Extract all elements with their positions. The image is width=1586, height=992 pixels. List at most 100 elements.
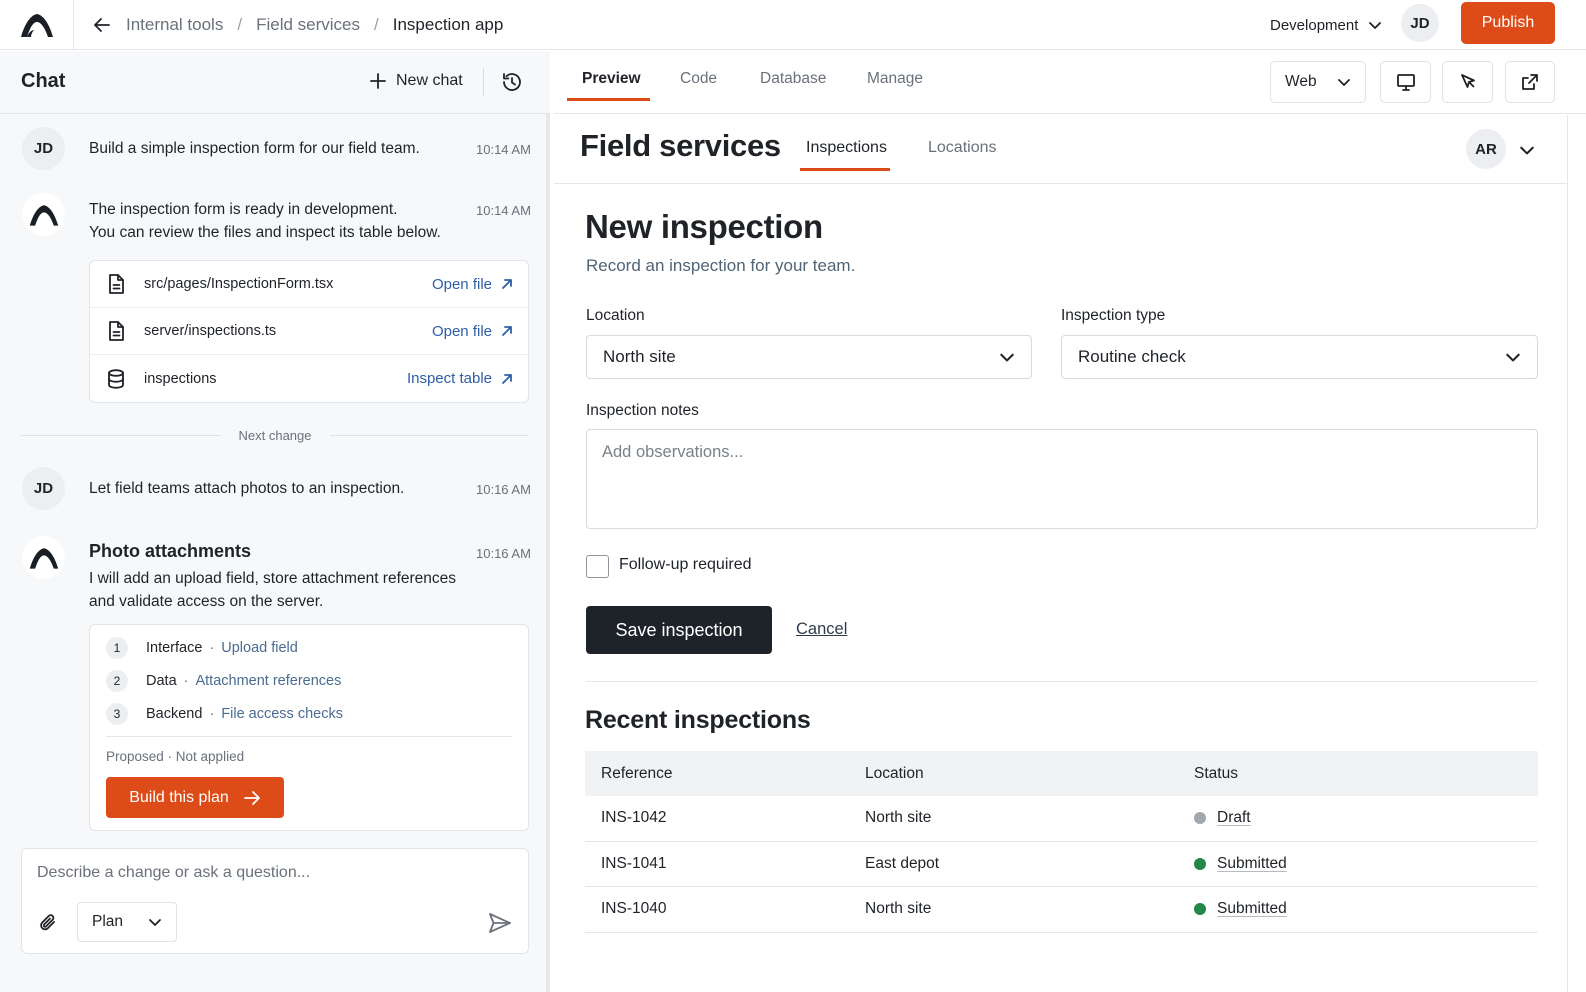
- app-tab-locations[interactable]: Locations: [928, 139, 997, 157]
- chevron-down-icon: [149, 919, 161, 926]
- publish-button[interactable]: Publish: [1461, 2, 1555, 44]
- monitor-icon: [1396, 74, 1415, 91]
- plus-icon: [370, 73, 386, 89]
- attach-button[interactable]: [37, 912, 59, 934]
- step-label: Data: [146, 672, 177, 689]
- user-message: Build a simple inspection form for our f…: [89, 140, 420, 157]
- divider: [483, 68, 484, 96]
- breadcrumb-separator: /: [374, 15, 379, 34]
- user-avatar: JD: [22, 127, 65, 170]
- external-arrow-icon: [502, 373, 512, 384]
- files-card: src/pages/InspectionForm.tsx Open file s…: [89, 260, 529, 403]
- environment-dropdown[interactable]: Development: [1270, 13, 1382, 37]
- select-element-button[interactable]: [1442, 61, 1493, 103]
- active-app-tab-indicator: [800, 168, 890, 171]
- assistant-avatar: [22, 536, 65, 579]
- mode-value: Plan: [92, 913, 124, 930]
- device-select[interactable]: Web: [1270, 61, 1366, 103]
- inspect-table-label: Inspect table: [406, 370, 492, 387]
- build-plan-button[interactable]: Build this plan: [106, 777, 284, 818]
- status-dot: [1194, 903, 1206, 916]
- open-file-link[interactable]: Open file: [432, 276, 514, 293]
- form-title: New inspection: [585, 208, 823, 245]
- open-file-label: Open file: [431, 275, 492, 293]
- table-header: Reference Location Status: [585, 751, 1538, 796]
- cancel-link[interactable]: Cancel: [796, 620, 847, 639]
- breadcrumb-field-services[interactable]: Field services: [256, 15, 360, 35]
- step-number: 2: [106, 669, 128, 692]
- desktop-view-button[interactable]: [1380, 61, 1431, 103]
- location-label: Location: [586, 307, 645, 324]
- inspection-type-select[interactable]: Routine check: [1061, 335, 1538, 379]
- recent-inspections-title: Recent inspections: [585, 706, 811, 734]
- app-user-avatar[interactable]: AR: [1466, 129, 1506, 169]
- status-dot: [1194, 812, 1206, 825]
- followup-checkbox[interactable]: [586, 555, 609, 578]
- logo-icon: [29, 547, 58, 569]
- new-chat-button[interactable]: New chat: [368, 71, 463, 91]
- divider: [106, 736, 512, 737]
- save-inspection-button[interactable]: Save inspection: [586, 606, 772, 654]
- step-detail: File access checks: [221, 705, 343, 722]
- mode-select[interactable]: Plan: [77, 902, 177, 942]
- followup-label[interactable]: Follow-up required: [619, 556, 752, 574]
- location-value: North site: [603, 347, 676, 366]
- table-name: inspections: [144, 370, 217, 387]
- app-user-menu[interactable]: [1519, 142, 1535, 158]
- chat-title: Chat: [21, 70, 66, 92]
- paperclip-icon: [40, 914, 55, 931]
- user-avatar[interactable]: JD: [1401, 4, 1439, 42]
- table-row[interactable]: INS-1040 North site Submitted: [585, 887, 1538, 933]
- status-link[interactable]: Submitted: [1217, 855, 1287, 873]
- message-time: 10:14 AM: [476, 203, 531, 218]
- arrow-right-icon: [243, 790, 260, 805]
- logo-icon: [20, 14, 53, 37]
- tab-preview[interactable]: Preview: [582, 70, 641, 88]
- send-button[interactable]: [487, 910, 513, 936]
- device-value: Web: [1285, 73, 1317, 90]
- chevron-down-icon: [1000, 353, 1014, 362]
- location-cell: East depot: [865, 854, 940, 872]
- status-cell: Submitted: [1194, 855, 1287, 873]
- chevron-down-icon: [1520, 146, 1534, 155]
- step-label: Backend: [146, 705, 203, 722]
- column-header: Reference: [601, 764, 673, 782]
- back-arrow-icon[interactable]: [92, 15, 112, 35]
- tab-database[interactable]: Database: [760, 70, 826, 88]
- app-tab-inspections[interactable]: Inspections: [806, 139, 887, 157]
- message-time: 10:14 AM: [476, 142, 531, 157]
- location-select[interactable]: North site: [586, 335, 1032, 379]
- step-detail: Attachment references: [195, 672, 342, 689]
- history-button[interactable]: [500, 70, 524, 94]
- app-logo[interactable]: [0, 0, 74, 50]
- notes-placeholder[interactable]: Add observations...: [602, 443, 743, 462]
- tab-code[interactable]: Code: [680, 70, 717, 88]
- environment-label: Development: [1270, 16, 1359, 34]
- app-title: Field services: [580, 128, 781, 163]
- external-link-icon: [1522, 74, 1538, 90]
- file-icon: [109, 321, 124, 341]
- inspection-type-label: Inspection type: [1061, 307, 1166, 324]
- location-cell: North site: [865, 900, 932, 918]
- status-cell: Submitted: [1194, 900, 1287, 918]
- open-file-link[interactable]: Open file: [432, 323, 514, 340]
- status-dot: [1194, 857, 1206, 870]
- tab-manage[interactable]: Manage: [867, 70, 923, 88]
- location-cell: North site: [865, 809, 932, 827]
- breadcrumb-internal-tools[interactable]: Internal tools: [126, 15, 223, 35]
- inspect-table-link[interactable]: Inspect table: [407, 370, 514, 387]
- database-icon: [108, 368, 124, 389]
- notes-label: Inspection notes: [586, 402, 699, 419]
- table-row[interactable]: INS-1042 North site Draft: [585, 796, 1538, 842]
- status-cell: Draft: [1194, 809, 1251, 827]
- status-link[interactable]: Submitted: [1217, 900, 1287, 918]
- logo-icon: [29, 204, 58, 226]
- cursor-icon: [1460, 74, 1475, 88]
- status-link[interactable]: Draft: [1217, 809, 1251, 827]
- composer-placeholder[interactable]: Describe a change or ask a question...: [37, 864, 310, 882]
- plan-steps: 1 Interface · Upload field 2 Data · Attachment…: [106, 631, 512, 730]
- plan-step: 1 Interface · Upload field: [106, 631, 512, 664]
- open-external-button[interactable]: [1505, 61, 1555, 103]
- table-row[interactable]: INS-1041 East depot Submitted: [585, 842, 1538, 887]
- file-name: src/pages/InspectionForm.tsx: [144, 276, 334, 292]
